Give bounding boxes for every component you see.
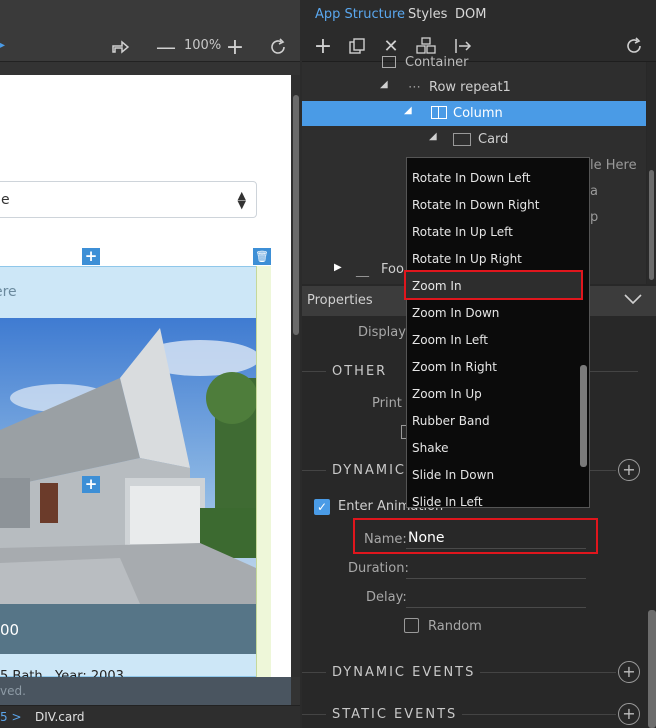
refresh-structure-icon[interactable] — [622, 34, 646, 58]
tree-item-row-repeat[interactable]: Row repeat1 — [429, 80, 511, 95]
copyright-text: ved. — [0, 684, 26, 698]
filter-select-value: e — [1, 192, 10, 208]
card-header-text: ere — [0, 284, 17, 300]
container-icon — [382, 56, 396, 68]
tree-scroll-thumb[interactable] — [649, 170, 654, 280]
properties-scrollbar[interactable] — [648, 610, 656, 728]
add-icon[interactable]: + — [312, 34, 334, 59]
delete-icon[interactable]: 🗑 — [253, 248, 271, 265]
divider — [590, 371, 638, 372]
add-static-event-icon[interactable]: + — [618, 703, 640, 725]
divider — [302, 371, 326, 372]
duration-label: Duration: — [348, 561, 409, 576]
dropdown-scroll-thumb[interactable] — [580, 365, 587, 467]
filter-select[interactable]: e ▲ ▼ — [0, 181, 257, 218]
tab-dom[interactable]: DOM — [455, 7, 486, 22]
divider — [302, 672, 326, 673]
breadcrumb-prev[interactable]: 5 > — [0, 710, 22, 724]
dropdown-item[interactable]: Zoom In Left — [412, 333, 488, 347]
random-label: Random — [428, 619, 482, 634]
tree-item-partial-p[interactable]: p — [590, 210, 598, 225]
name-label: Name: — [364, 532, 407, 547]
refresh-icon[interactable] — [266, 35, 290, 59]
tree-item-partial-a[interactable]: a — [590, 184, 598, 199]
name-underline — [406, 548, 586, 549]
dropdown-item[interactable]: Zoom In Up — [412, 387, 482, 401]
canvas-scroll-thumb[interactable] — [293, 95, 299, 335]
tab-app-structure[interactable]: App Structure — [315, 7, 405, 22]
dropdown-item[interactable]: Slide In Down — [412, 468, 494, 482]
other-section-label: OTHER — [332, 364, 388, 379]
panel-tabs: App Structure Styles DOM — [302, 0, 656, 30]
expand-icon[interactable]: ◢ — [380, 79, 388, 90]
tree-item-footer[interactable]: Foo — [381, 262, 404, 277]
divider — [590, 470, 616, 471]
add-dynamic-event-icon[interactable]: + — [618, 661, 640, 683]
price-text: 00 — [0, 621, 20, 639]
properties-title: Properties — [307, 293, 373, 308]
add-dynamic-icon[interactable]: + — [618, 459, 640, 481]
dropdown-item[interactable]: Rotate In Down Right — [412, 198, 539, 212]
expand-icon[interactable]: ◢ — [404, 105, 412, 116]
house-image — [0, 318, 256, 604]
display-label: Display — [358, 325, 406, 340]
tree-item-container[interactable]: Container — [405, 55, 469, 70]
card-footer — [0, 604, 256, 654]
breadcrumb-current[interactable]: DIV.card — [35, 710, 85, 724]
expand-icon[interactable]: ◢ — [429, 131, 437, 142]
dropdown-item[interactable]: Rotate In Up Left — [412, 225, 513, 239]
dropdown-item[interactable]: Rotate In Down Left — [412, 171, 530, 185]
dynamic-events-label: DYNAMIC EVENTS — [332, 665, 476, 680]
dropdown-item[interactable]: Shake — [412, 441, 448, 455]
dropdown-item[interactable]: Rotate In Up Right — [412, 252, 522, 266]
card-icon — [453, 133, 471, 146]
dropdown-item[interactable]: Rubber Band — [412, 414, 490, 428]
caret-icon[interactable]: ▸ — [0, 40, 5, 51]
enter-animation-checkbox[interactable]: ✓ — [314, 499, 330, 515]
animation-name-select[interactable]: None — [408, 530, 445, 546]
design-toolbar: ▸ — 100% + — [0, 0, 300, 62]
tree-item-title[interactable]: le Here — [590, 158, 637, 173]
print-label: Print — [372, 396, 402, 411]
delay-input[interactable] — [406, 607, 586, 608]
static-events-label: STATIC EVENTS — [332, 707, 458, 722]
delete-x-icon[interactable]: ✕ — [380, 34, 402, 58]
dropdown-item[interactable]: Zoom In Right — [412, 360, 497, 374]
duration-input[interactable] — [406, 578, 586, 579]
dropdown-item[interactable]: Zoom In — [412, 279, 462, 293]
random-checkbox[interactable] — [404, 618, 419, 633]
add-inside-icon[interactable]: + — [82, 476, 100, 493]
tree-item-column[interactable]: Column — [453, 106, 503, 121]
repeat-icon: ⋯ — [408, 80, 421, 95]
add-above-icon[interactable]: + — [82, 248, 100, 265]
zoom-out-icon[interactable]: — — [155, 35, 177, 59]
share-icon[interactable] — [108, 35, 132, 59]
structure-toolbar: + ✕ — [302, 30, 656, 62]
collapse-icon[interactable]: ▶ — [334, 262, 342, 273]
tab-styles[interactable]: Styles — [408, 7, 447, 22]
footer-bar — [0, 677, 291, 705]
zoom-level: 100% — [184, 38, 222, 53]
tree-item-card[interactable]: Card — [478, 132, 508, 147]
dropdown-item[interactable]: Slide In Left — [412, 495, 483, 509]
zoom-in-icon[interactable]: + — [224, 35, 246, 60]
divider — [302, 714, 326, 715]
select-arrows-icon: ▲ ▼ — [237, 189, 246, 211]
dropdown-item[interactable]: Zoom In Down — [412, 306, 499, 320]
dynamic-section-label: DYNAMIC — [332, 463, 406, 478]
divider — [302, 470, 326, 471]
divider — [462, 714, 616, 715]
column-icon — [431, 106, 447, 119]
delay-label: Delay: — [366, 590, 407, 605]
footer-icon: __ — [356, 263, 369, 278]
divider — [480, 672, 616, 673]
duplicate-icon[interactable] — [346, 34, 368, 58]
column-gutter — [256, 266, 271, 677]
chevron-down-icon[interactable] — [624, 290, 642, 309]
app-window: ▸ — 100% + e ▲▼ ere — [0, 0, 656, 728]
